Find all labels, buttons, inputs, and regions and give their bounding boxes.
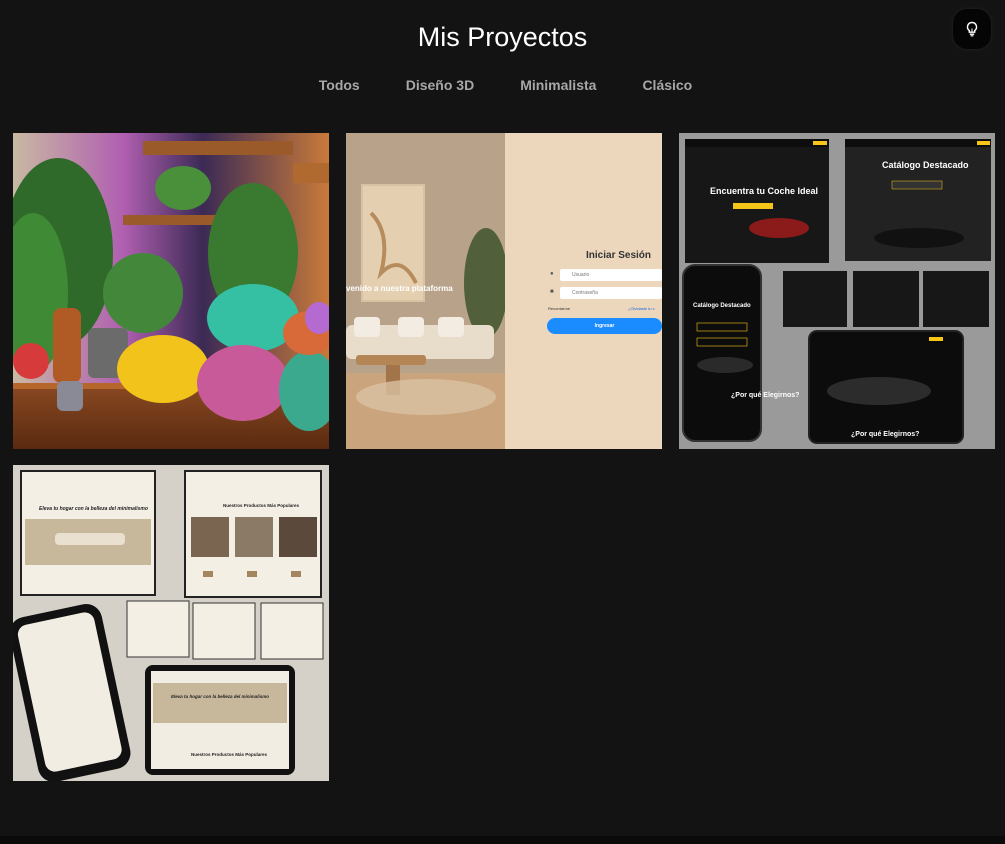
page-title: Mis Proyectos: [417, 22, 588, 52]
project-card-login[interactable]: venido a nuestra plataforma Iniciar Sesi…: [346, 133, 662, 449]
portfolio-page: Mis Proyectos Todos Diseño 3D Minimalist…: [0, 0, 1005, 844]
phone-catalog-title: Catálogo Destacado: [693, 303, 751, 309]
lightbulb-icon: [966, 21, 978, 37]
tablet-hero-title: Eleva tu hogar con la belleza del minima…: [171, 694, 270, 699]
password-field: Contraseña: [560, 287, 662, 299]
project-card-car-catalog[interactable]: Encuentra tu Coche Ideal Catálogo Destac…: [679, 133, 995, 449]
project-card-3d-room[interactable]: [13, 133, 329, 449]
footer-bar: [0, 836, 1005, 844]
remember-label: Recordarme: [548, 306, 571, 311]
filter-diseno-3d[interactable]: Diseño 3D: [406, 77, 474, 93]
project-card-minimalista[interactable]: Eleva tu hogar con la belleza del minima…: [13, 465, 329, 781]
theme-toggle-button[interactable]: [953, 9, 991, 49]
username-field: Usuario: [560, 269, 662, 281]
login-title: Iniciar Sesión: [586, 250, 652, 261]
project-thumbnail-image: [679, 133, 995, 449]
welcome-text: venido a nuestra plataforma: [346, 284, 453, 293]
project-thumbnail-login: venido a nuestra plataforma Iniciar Sesi…: [346, 133, 662, 449]
minimal-hero-title: Eleva tu hogar con la belleza del minima…: [39, 506, 148, 512]
car-hero-title: Encuentra tu Coche Ideal: [710, 186, 819, 196]
phone-why-title: ¿Por qué Elegirnos?: [731, 392, 800, 399]
filter-nav: Todos Diseño 3D Minimalista Clásico: [0, 77, 1005, 93]
filter-todos[interactable]: Todos: [319, 77, 360, 93]
car-catalog-title: Catálogo Destacado: [882, 160, 969, 170]
project-thumbnail-image: [13, 465, 329, 781]
project-thumbnail-image: [13, 133, 329, 449]
minimal-products-title: Nuestros Productos Más Populares: [223, 503, 300, 508]
filter-clasico[interactable]: Clásico: [642, 77, 692, 93]
lock-icon: ■: [550, 289, 554, 295]
filter-minimalista[interactable]: Minimalista: [520, 77, 596, 93]
tablet-why-title: ¿Por qué Elegirnos?: [851, 431, 920, 438]
login-button: Ingresar: [547, 318, 662, 334]
user-icon: ●: [550, 271, 554, 277]
forgot-link: ¿Olvidaste tu c: [628, 306, 655, 311]
tablet-products-title: Nuestros Productos Más Populares: [191, 752, 268, 757]
